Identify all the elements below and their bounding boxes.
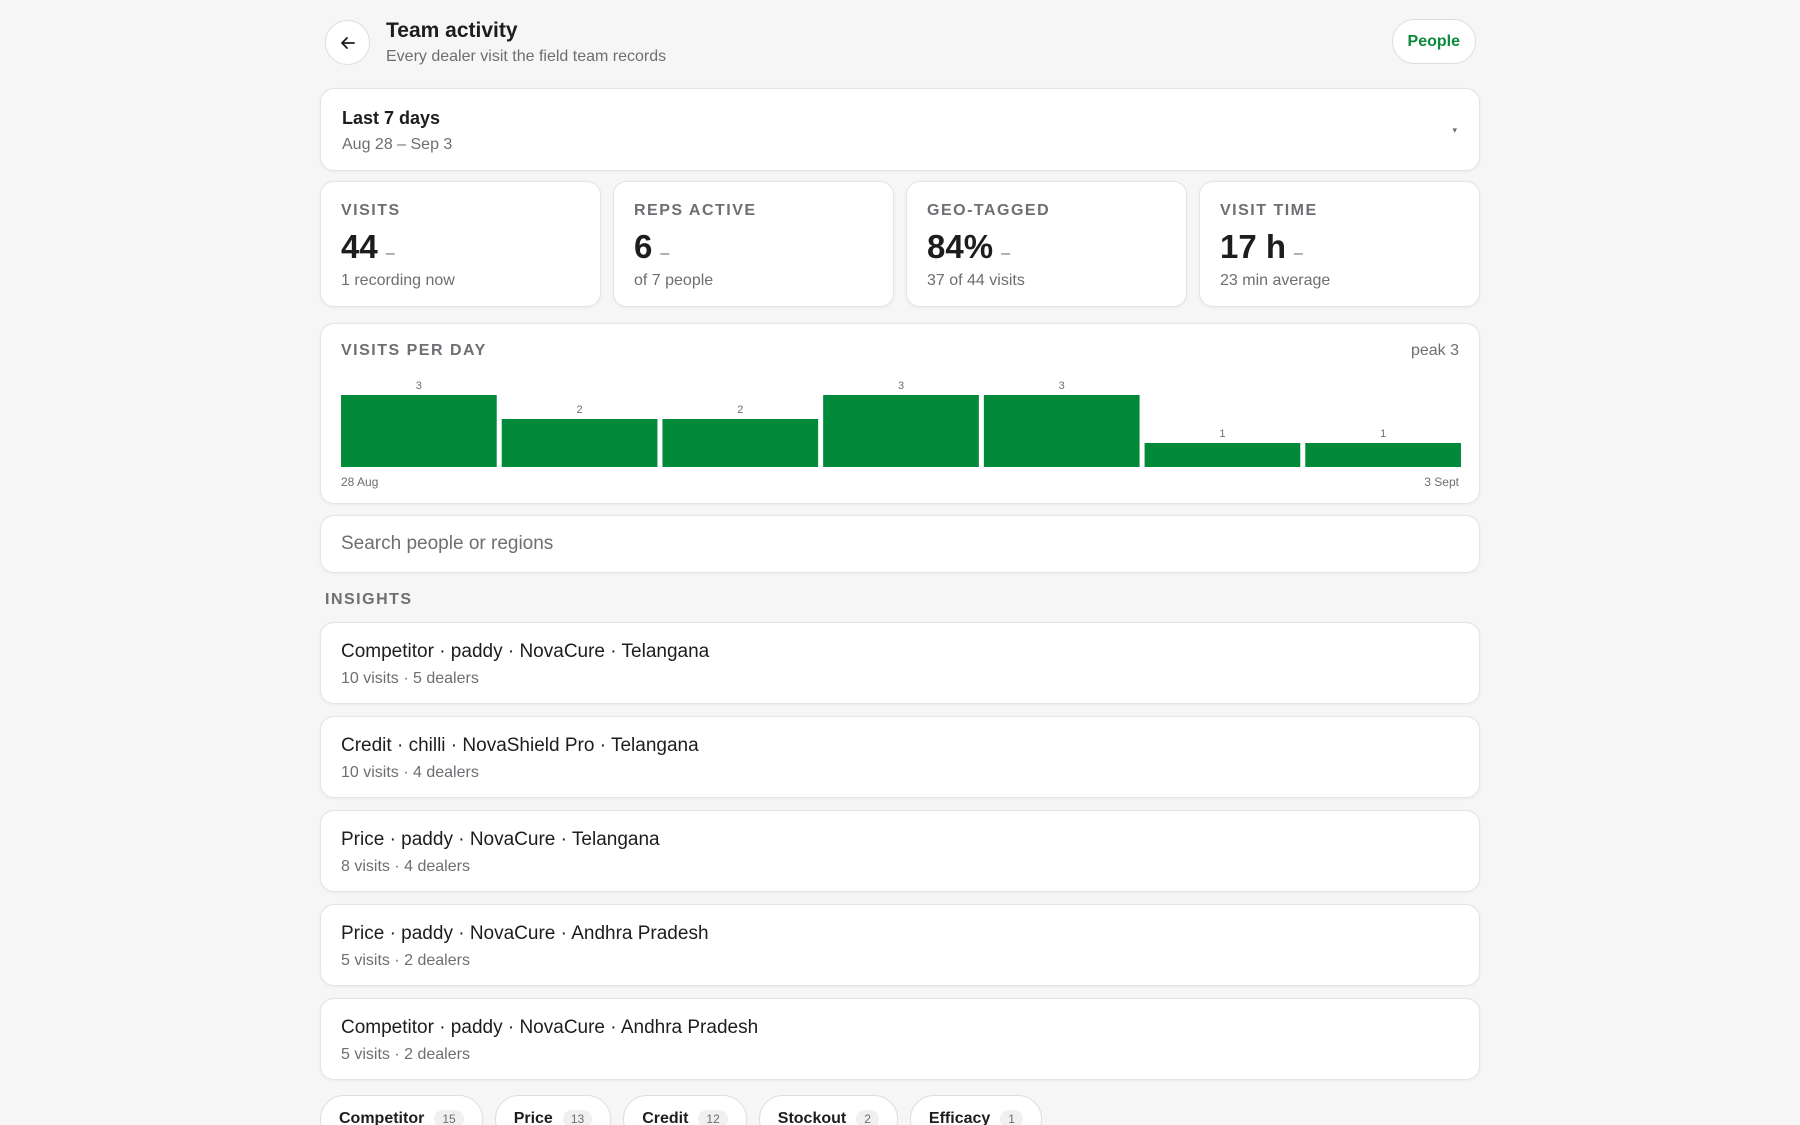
- insight-subtitle: 5 visits · 2 dealers: [341, 952, 470, 969]
- chip-stockout[interactable]: Stockout 2: [758, 1095, 898, 1125]
- bar-31-aug: [823, 395, 979, 467]
- back-button[interactable]: [325, 20, 370, 65]
- stat-number: 84%: [927, 228, 994, 265]
- insights-list: Competitor · paddy · NovaCure · Telangan…: [320, 622, 1480, 1092]
- date-range-dates: Aug 28 – Sep 3: [342, 136, 453, 153]
- insight-title: Competitor · paddy · NovaCure · Andhra P…: [341, 1017, 759, 1038]
- visits-per-day-chart: 3 2 2 3 3 1 1 VISITS PER DAY peak 3 28 Aug 3 S…: [320, 323, 1480, 504]
- bar-29-aug: [501, 419, 658, 467]
- stat-card-visit-time: VISIT TIME 17 h – 23 min average: [1199, 181, 1480, 307]
- stat-note: 1 recording now: [341, 272, 455, 289]
- chart-title: VISITS PER DAY: [341, 342, 487, 359]
- insights-heading: INSIGHTS: [325, 591, 413, 608]
- insight-title: Price · paddy · NovaCure · Telangana: [341, 829, 660, 850]
- stat-number: 17 h: [1220, 228, 1287, 265]
- page-header: Team activity Every dealer visit the fie…: [320, 0, 1480, 88]
- insight-title: Credit · chilli · NovaShield Pro · Telan…: [341, 735, 699, 756]
- stat-delta: –: [1001, 245, 1010, 262]
- insight-title: Price · paddy · NovaCure · Andhra Prades…: [341, 923, 709, 944]
- stat-delta: –: [660, 245, 670, 262]
- bar-chart: 3 2 2 3 3 1 1: [341, 380, 1461, 467]
- chip-label: Stockout: [777, 1110, 847, 1125]
- stat-card-visits: VISITS 44– 1 recording now: [320, 181, 601, 307]
- insight-title: Competitor · paddy · NovaCure · Telangan…: [341, 641, 710, 662]
- stat-value: 44–: [341, 228, 395, 266]
- stat-label: VISIT TIME: [1220, 202, 1318, 219]
- x-axis-start-label: 28 Aug: [341, 475, 379, 489]
- insight-item[interactable]: Credit · chilli · NovaShield Pro · Telan…: [320, 716, 1480, 798]
- stat-note: 37 of 44 visits: [927, 272, 1025, 289]
- search-box: [320, 515, 1480, 573]
- stat-card-geo-tagged: GEO-TAGGED 84% – 37 of 44 visits: [906, 181, 1187, 307]
- filter-chips: Competitor 15 Price 13 Credit 12 Stockout 2 …: [320, 1095, 1042, 1125]
- bar-value-label: 2: [577, 404, 583, 416]
- x-axis-end-label: 3 Sept: [1424, 475, 1459, 489]
- insight-subtitle: 10 visits · 5 dealers: [341, 670, 479, 687]
- bar-2-sept: [1144, 443, 1301, 467]
- people-button[interactable]: People: [1391, 19, 1476, 64]
- stat-number: 6: [634, 228, 653, 265]
- bar-value-label: 1: [1219, 428, 1225, 440]
- insight-subtitle: 10 visits · 4 dealers: [341, 764, 479, 781]
- stat-value: 84% –: [927, 228, 1010, 266]
- chevron-down-icon: ▾: [1452, 125, 1457, 135]
- chip-count: 15: [434, 1110, 464, 1125]
- bar-value-label: 3: [1059, 380, 1065, 392]
- chip-label: Price: [513, 1110, 553, 1125]
- stat-delta: –: [1294, 245, 1303, 262]
- date-range-title: Last 7 days: [342, 108, 441, 128]
- chip-efficacy[interactable]: Efficacy 1: [909, 1095, 1042, 1125]
- stat-delta: –: [385, 245, 395, 262]
- insight-subtitle: 8 visits · 4 dealers: [341, 858, 470, 875]
- page: Team activity Every dealer visit the fie…: [320, 0, 1480, 1125]
- stat-number: 44: [341, 228, 378, 265]
- chip-price[interactable]: Price 13: [494, 1095, 612, 1125]
- stat-note: of 7 people: [634, 272, 714, 289]
- chip-label: Credit: [642, 1110, 689, 1125]
- page-subtitle: Every dealer visit the field team record…: [386, 48, 667, 65]
- date-range-selector[interactable]: Last 7 days Aug 28 – Sep 3 ▾: [320, 88, 1480, 171]
- stat-card-reps-active: REPS ACTIVE 6– of 7 people: [613, 181, 894, 307]
- stat-label: REPS ACTIVE: [634, 202, 757, 219]
- stat-label: VISITS: [341, 202, 401, 219]
- bar-1-sept: [983, 395, 1140, 467]
- stat-label: GEO-TAGGED: [927, 202, 1051, 219]
- insight-subtitle: 5 visits · 2 dealers: [341, 1046, 470, 1063]
- chip-label: Competitor: [339, 1110, 425, 1125]
- insight-item[interactable]: Price · paddy · NovaCure · Telangana 8 v…: [320, 810, 1480, 892]
- bar-value-label: 1: [1380, 428, 1386, 440]
- chip-count: 2: [856, 1110, 879, 1125]
- insight-item[interactable]: Competitor · paddy · NovaCure · Andhra P…: [320, 998, 1480, 1080]
- stat-value: 6–: [634, 228, 669, 266]
- chip-count: 13: [562, 1110, 593, 1125]
- bar-value-label: 3: [898, 380, 904, 392]
- stat-note: 23 min average: [1220, 272, 1331, 289]
- chip-label: Efficacy: [928, 1110, 991, 1125]
- insight-item[interactable]: Competitor · paddy · NovaCure · Telangan…: [320, 622, 1480, 704]
- chip-count: 1: [1000, 1110, 1023, 1125]
- bar-value-label: 2: [737, 404, 743, 416]
- bar-28-aug: [341, 395, 497, 467]
- arrow-left-icon: [340, 36, 355, 49]
- chart-peak-label: peak 3: [1410, 342, 1459, 359]
- stats-row: VISITS 44– 1 recording now REPS ACTIVE 6…: [320, 181, 1480, 307]
- chip-competitor[interactable]: Competitor 15: [320, 1095, 483, 1125]
- stat-value: 17 h –: [1220, 228, 1303, 266]
- page-title: Team activity: [386, 19, 518, 42]
- chip-count: 12: [698, 1110, 728, 1125]
- bar-30-aug: [662, 419, 819, 467]
- bar-value-label: 3: [416, 380, 422, 392]
- bar-3-sept: [1305, 443, 1461, 467]
- chip-credit[interactable]: Credit 12: [623, 1095, 747, 1125]
- search-input[interactable]: [321, 516, 1479, 572]
- insight-item[interactable]: Price · paddy · NovaCure · Andhra Prades…: [320, 904, 1480, 986]
